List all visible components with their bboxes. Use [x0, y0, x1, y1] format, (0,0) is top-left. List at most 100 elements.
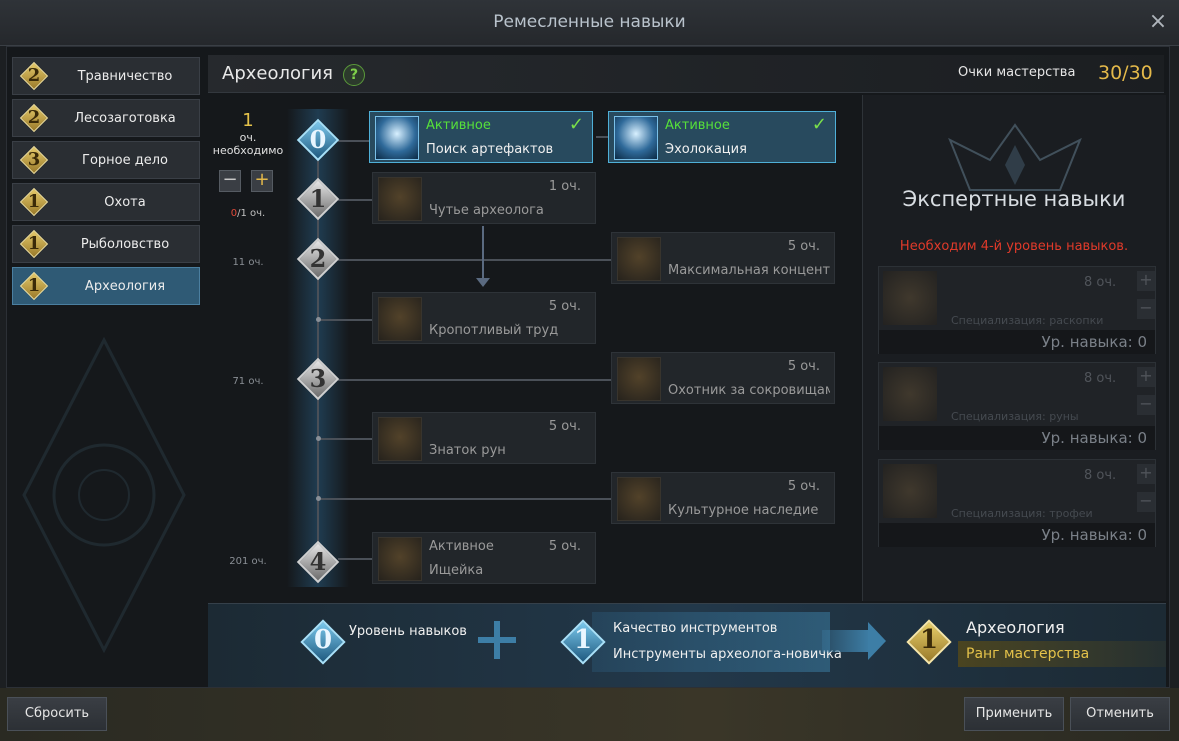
expert-plus-button[interactable]: + — [1137, 464, 1155, 484]
skill-card-artifact-search[interactable]: Активное ✓ Поиск артефактов — [369, 111, 593, 163]
tree-connector — [596, 136, 608, 138]
skill-card-archaeologist-sense[interactable]: 1 оч. Чутье археолога — [372, 172, 596, 224]
sidebar-item-hunting[interactable]: 1 Охота — [12, 183, 200, 221]
tree-connector — [319, 498, 612, 500]
expert-specialization: Специализация: раскопки — [951, 314, 1104, 327]
sidebar-item-label: Горное дело — [82, 153, 168, 168]
tier-gem-2: 2 — [296, 237, 340, 281]
expert-specialization: Специализация: трофеи — [951, 507, 1093, 520]
skill-name: Культурное наследие — [668, 503, 819, 518]
points-spent-rest: /1 оч. — [237, 208, 266, 219]
result-skill-title: Археология — [966, 618, 1065, 637]
rank-gem-icon: 1 — [19, 229, 49, 259]
tool-quality-gem-icon: 1 — [560, 619, 606, 665]
expert-specialization: Специализация: руны — [951, 410, 1079, 423]
max-concentration-icon — [617, 237, 661, 281]
skill-name: Охотник за сокровищами — [668, 383, 830, 398]
dependency-arrow — [482, 226, 484, 282]
expert-plus-button[interactable]: + — [1137, 271, 1155, 291]
tier-requirement: 11 оч. — [232, 257, 264, 268]
sidebar-item-archaeology[interactable]: 1 Археология — [12, 267, 200, 305]
arrow-right-icon — [822, 630, 870, 652]
tool-quality-label: Качество инструментов — [613, 621, 778, 636]
tier-requirement: 71 оч. — [232, 376, 264, 387]
tree-connector — [338, 259, 612, 261]
reset-button[interactable]: Сбросить — [7, 697, 107, 731]
apply-button[interactable]: Применить — [964, 697, 1064, 731]
cultural-heritage-icon — [617, 477, 661, 521]
skill-name: Эхолокация — [665, 142, 747, 157]
tier-requirement: 201 оч. — [229, 556, 267, 567]
close-icon[interactable]: × — [1146, 10, 1170, 34]
sidebar-item-mining[interactable]: 3 Горное дело — [12, 141, 200, 179]
mastery-points-label: Очки мастерства — [958, 65, 1076, 80]
excavation-icon — [883, 271, 937, 325]
tier-gem-1: 1 — [296, 177, 340, 221]
mastery-rank-gem-icon: 1 — [906, 619, 952, 665]
decrease-button[interactable]: − — [219, 170, 241, 192]
expert-minus-button[interactable]: − — [1137, 395, 1155, 415]
rank-gem-icon: 2 — [19, 61, 49, 91]
tree-connector — [338, 558, 372, 560]
treasure-hunter-icon — [617, 357, 661, 401]
arrow-down-icon — [476, 278, 490, 287]
skill-cost: 1 оч. — [548, 179, 581, 194]
skill-cost: 5 оч. — [787, 479, 820, 494]
skill-state: Активное — [426, 118, 491, 133]
tier-gem-3: 3 — [296, 357, 340, 401]
skill-name: Чутье археолога — [429, 203, 544, 218]
expert-minus-button[interactable]: − — [1137, 492, 1155, 512]
skill-cost: 5 оч. — [787, 359, 820, 374]
check-icon: ✓ — [568, 114, 584, 135]
skill-card-echolocation[interactable]: Активное ✓ Эхолокация — [608, 111, 836, 163]
points-needed: 1 оч. необходимо — [212, 110, 284, 157]
skill-card-cultural-heritage[interactable]: 5 оч. Культурное наследие — [611, 472, 835, 524]
expert-plus-button[interactable]: + — [1137, 367, 1155, 387]
increase-button[interactable]: + — [251, 170, 273, 192]
trophies-icon — [883, 464, 937, 518]
echolocation-icon — [614, 116, 658, 160]
expert-minus-button[interactable]: − — [1137, 299, 1155, 319]
check-icon: ✓ — [811, 114, 827, 135]
mastery-rank-label: Ранг мастерства — [966, 646, 1090, 662]
tree-connector — [319, 319, 372, 321]
expert-level: Ур. навыка: 0 — [1041, 526, 1148, 544]
points-spent: 0/1 оч. — [212, 208, 284, 219]
skill-card-rune-expert[interactable]: 5 оч. Знаток рун — [372, 412, 596, 464]
skill-card-treasure-hunter[interactable]: 5 оч. Охотник за сокровищами — [611, 352, 835, 404]
skill-card-painstaking-work[interactable]: 5 оч. Кропотливый труд — [372, 292, 596, 344]
tree-connector — [338, 199, 372, 201]
points-needed-number: 1 — [242, 110, 254, 131]
expert-card-excavation: 8 оч. + − Специализация: раскопки Ур. на… — [878, 266, 1156, 354]
expert-card-trophies: 8 оч. + − Специализация: трофеи Ур. навы… — [878, 459, 1156, 547]
help-icon[interactable]: ? — [343, 64, 365, 86]
expert-cost: 8 оч. — [1084, 275, 1117, 290]
expert-skills-title: Экспертные навыки — [902, 187, 1126, 211]
expert-cost: 8 оч. — [1084, 371, 1117, 386]
sidebar-item-label: Археология — [84, 279, 166, 294]
archaeologist-sense-icon — [378, 177, 422, 221]
rank-gem-icon: 3 — [19, 145, 49, 175]
painstaking-work-icon — [378, 297, 422, 341]
skill-card-max-concentration[interactable]: 5 оч. Максимальная концентрация — [611, 232, 835, 284]
skill-state: Активное — [665, 118, 730, 133]
skill-name: Знаток рун — [429, 443, 506, 458]
cancel-button[interactable]: Отменить — [1070, 697, 1170, 731]
skill-card-tracker[interactable]: Активное 5 оч. Ищейка — [372, 532, 596, 584]
tree-node-dot — [316, 436, 321, 441]
expert-skills-warning: Необходим 4-й уровень навыков. — [899, 239, 1129, 254]
skill-name: Ищейка — [429, 563, 484, 578]
sidebar-item-fishing[interactable]: 1 Рыболовство — [12, 225, 200, 263]
tree-connector — [319, 438, 372, 440]
sidebar-item-label: Охота — [104, 195, 146, 210]
window-title: Ремесленные навыки — [493, 12, 686, 32]
sidebar-item-label: Рыболовство — [80, 237, 170, 252]
sidebar-item-label: Травничество — [77, 69, 173, 84]
page-title: Археология — [222, 63, 333, 84]
tree-connector — [338, 379, 612, 381]
sidebar-item-logging[interactable]: 2 Лесозаготовка — [12, 99, 200, 137]
sidebar-item-label: Лесозаготовка — [74, 111, 176, 126]
sidebar-item-herbalism[interactable]: 2 Травничество — [12, 57, 200, 95]
plus-icon — [474, 617, 520, 663]
mastery-points-value: 30/30 — [1098, 62, 1153, 84]
